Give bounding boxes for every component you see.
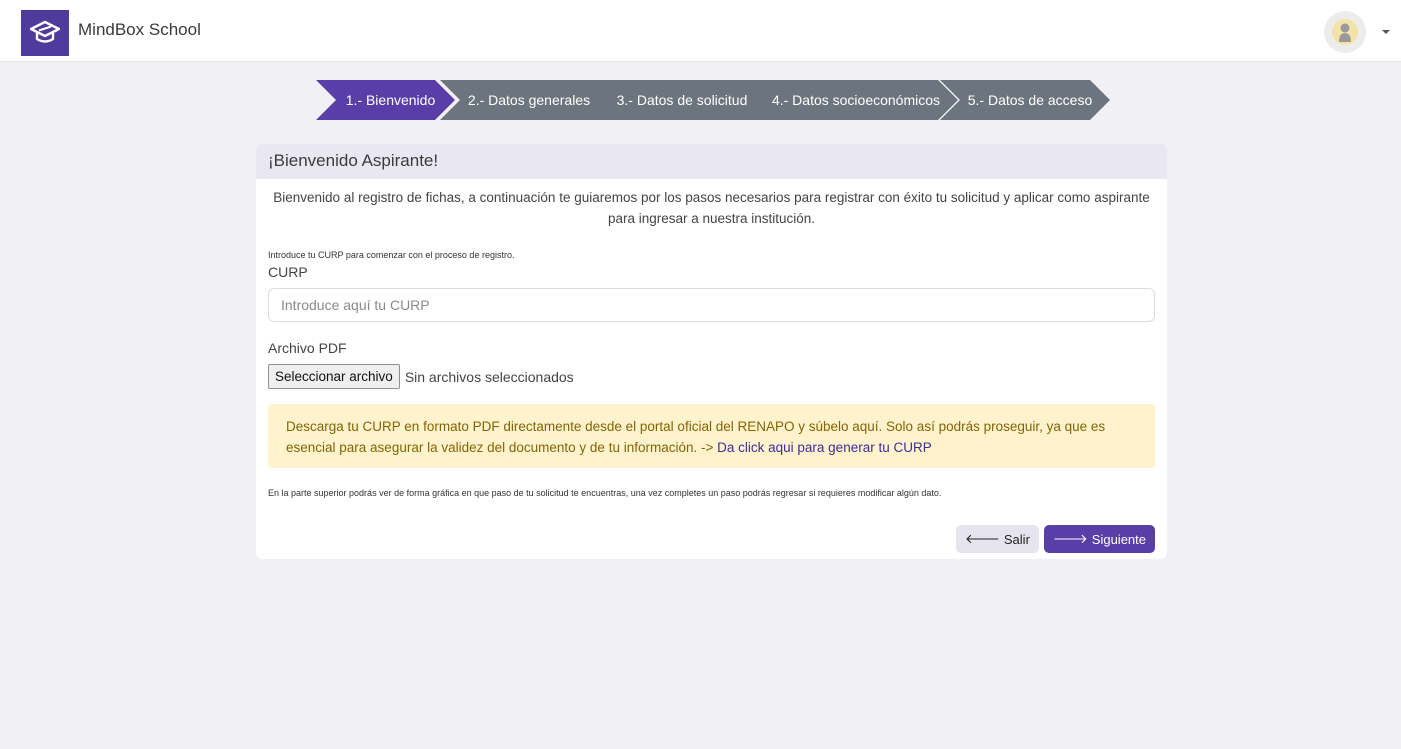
step-label: 5.- Datos de acceso: [967, 92, 1093, 108]
intro-line: para ingresar a nuestra institución.: [607, 211, 816, 226]
user-menu[interactable]: [1324, 11, 1400, 53]
avatar[interactable]: [1324, 11, 1366, 53]
welcome-card: ¡Bienvenido Aspirante! Bienvenido al reg…: [256, 144, 1167, 559]
user-avatar-icon: [1332, 19, 1358, 45]
card-title: ¡Bienvenido Aspirante!: [256, 144, 1167, 179]
step-datos-generales[interactable]: 2.- Datos generales: [440, 80, 608, 120]
generate-curp-link[interactable]: Da click aqui para generar tu CURP: [717, 440, 932, 455]
step-datos-socioeconomicos[interactable]: 4.- Datos socioeconómicos: [744, 80, 958, 120]
step-label: 1.- Bienvenido: [345, 92, 436, 108]
step-datos-acceso[interactable]: 5.- Datos de acceso: [940, 80, 1110, 120]
arrow-right-icon: 🡒: [1052, 531, 1088, 546]
brand-name: MindBox School: [78, 20, 201, 39]
pdf-label: Archivo PDF: [268, 340, 347, 356]
step-label: 2.- Datos generales: [467, 92, 591, 108]
next-button-label: Siguiente: [1091, 531, 1146, 547]
curp-hint: Introduce tu CURP para comenzar con el p…: [268, 250, 515, 260]
card-body: Bienvenido al registro de fichas, a cont…: [256, 187, 1167, 498]
logo[interactable]: [21, 10, 69, 56]
top-navbar: MindBox School: [0, 0, 1401, 62]
card-actions: 🡐 Salir 🡒 Siguiente: [956, 525, 1155, 553]
intro-line: Bienvenido al registro de fichas, a cont…: [273, 190, 1150, 205]
step-datos-solicitud[interactable]: 3.- Datos de solicitud: [587, 80, 767, 120]
curp-label: CURP: [268, 264, 308, 280]
step-bienvenido[interactable]: 1.- Bienvenido: [316, 80, 455, 120]
file-input: Seleccionar archivo Sin archivos selecci…: [268, 364, 1155, 389]
step-label: 4.- Datos socioeconómicos: [771, 92, 941, 108]
intro-text: Bienvenido al registro de fichas, a cont…: [268, 187, 1155, 229]
chevron-down-icon[interactable]: [1382, 30, 1390, 34]
footer-note: En la parte superior podrás ver de forma…: [268, 488, 942, 498]
step-label: 3.- Datos de solicitud: [616, 92, 748, 108]
exit-button[interactable]: 🡐 Salir: [956, 525, 1039, 553]
file-status: Sin archivos seleccionados: [404, 368, 574, 385]
arrow-left-icon: 🡐: [965, 531, 1000, 546]
exit-button-label: Salir: [1003, 531, 1030, 547]
curp-alert: Descarga tu CURP en formato PDF directam…: [268, 404, 1155, 468]
curp-input[interactable]: [268, 288, 1155, 322]
graduation-cap-icon: [30, 20, 60, 43]
alert-text: Descarga tu CURP en formato PDF directam…: [286, 419, 1106, 455]
select-file-button[interactable]: Seleccionar archivo: [268, 364, 400, 389]
next-button[interactable]: 🡒 Siguiente: [1043, 525, 1155, 553]
